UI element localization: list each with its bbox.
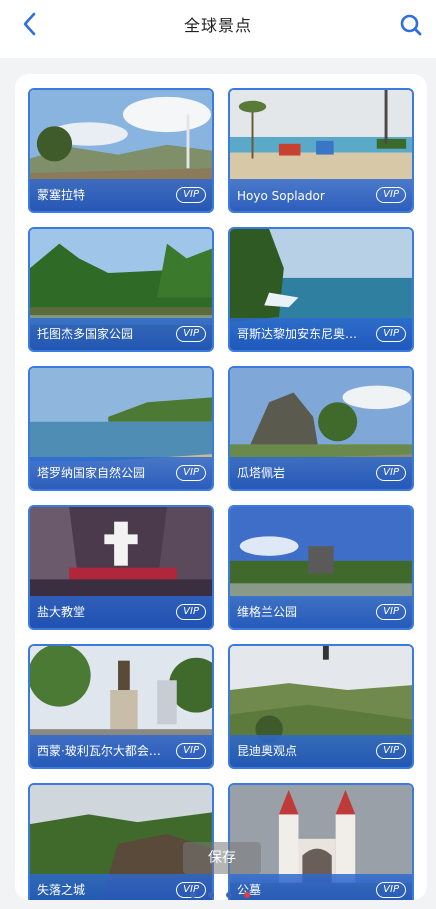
spot-name: 公墓	[237, 883, 262, 897]
spot-card[interactable]: Hoyo Soplador VIP	[228, 88, 414, 213]
spot-name: Hoyo Soplador	[237, 189, 325, 203]
vip-badge: VIP	[376, 187, 406, 203]
page-dot[interactable]	[208, 892, 214, 898]
vip-badge: VIP	[376, 743, 406, 759]
spots-panel: 蒙塞拉特 VIP Hoyo Soplador VIP 托图杰多国家公园 VIP …	[15, 74, 427, 900]
spot-name: 塔罗纳国家自然公园	[37, 466, 146, 480]
spot-card[interactable]: 盐大教堂 VIP	[28, 505, 214, 630]
spot-name: 维格兰公园	[237, 605, 298, 619]
spots-grid: 蒙塞拉特 VIP Hoyo Soplador VIP 托图杰多国家公园 VIP …	[28, 88, 414, 900]
spot-name: 失落之城	[37, 883, 86, 897]
spot-card[interactable]: 维格兰公园 VIP	[228, 505, 414, 630]
page-dot[interactable]	[226, 892, 232, 898]
spot-card[interactable]: 塔罗纳国家自然公园 VIP	[28, 366, 214, 491]
page-title: 全球景点	[183, 16, 252, 35]
save-button[interactable]: 保存	[183, 842, 261, 874]
vip-badge: VIP	[376, 604, 406, 620]
spot-name: 哥斯达黎加安东尼奥…	[237, 327, 358, 341]
page-indicator	[190, 892, 250, 898]
vip-badge: VIP	[176, 187, 206, 203]
spot-card[interactable]: 哥斯达黎加安东尼奥… VIP	[228, 227, 414, 352]
top-bar: 全球景点	[0, 0, 436, 58]
vip-badge: VIP	[176, 743, 206, 759]
vip-badge: VIP	[376, 882, 406, 898]
spot-card[interactable]: 瓜塔佩岩 VIP	[228, 366, 414, 491]
vip-badge: VIP	[376, 465, 406, 481]
spot-card[interactable]: 昆迪奥观点 VIP	[228, 644, 414, 769]
spot-name: 托图杰多国家公园	[37, 327, 134, 341]
spot-name: 西蒙·玻利瓦尔大都会…	[37, 744, 161, 758]
spot-card[interactable]: 托图杰多国家公园 VIP	[28, 227, 214, 352]
page-dot[interactable]	[190, 892, 196, 898]
vip-badge: VIP	[176, 326, 206, 342]
spot-name: 盐大教堂	[37, 605, 86, 619]
page-dot-active[interactable]	[244, 892, 250, 898]
search-icon	[400, 14, 422, 36]
vip-badge: VIP	[176, 604, 206, 620]
search-button[interactable]	[396, 10, 426, 40]
vip-badge: VIP	[176, 465, 206, 481]
spot-name: 昆迪奥观点	[237, 744, 298, 758]
spot-card[interactable]: 蒙塞拉特 VIP	[28, 88, 214, 213]
spot-name: 瓜塔佩岩	[237, 466, 286, 480]
vip-badge: VIP	[376, 326, 406, 342]
spot-card[interactable]: 西蒙·玻利瓦尔大都会… VIP	[28, 644, 214, 769]
spot-name: 蒙塞拉特	[37, 188, 86, 202]
